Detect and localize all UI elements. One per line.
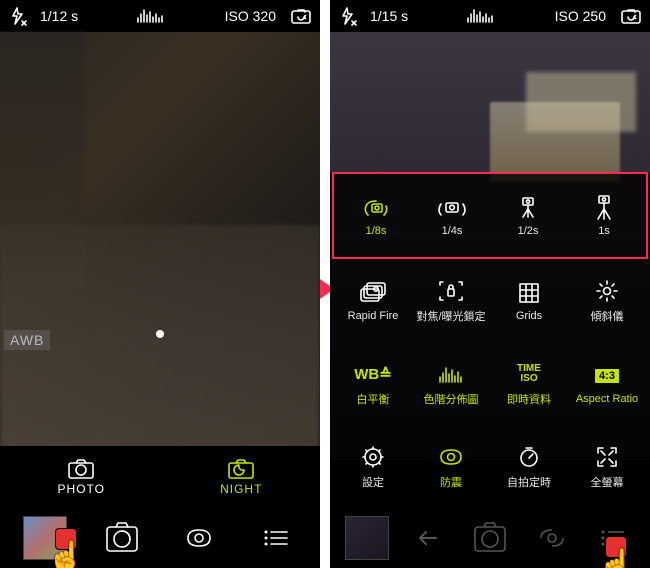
stabilize-button[interactable] xyxy=(160,523,237,553)
burst-icon xyxy=(358,280,388,306)
exposure-1-4s[interactable]: 1/4s xyxy=(417,195,487,237)
item-label: 全螢幕 xyxy=(591,474,624,490)
handheld-icon xyxy=(361,195,391,221)
stabilize-button[interactable] xyxy=(521,523,583,553)
info-row: WB≙ 白平衡 色階分佈圖 TIMEISO 即時資料 4:3 Aspect Ra… xyxy=(330,342,650,425)
item-label: 傾斜儀 xyxy=(591,308,624,324)
tripod-tall-icon xyxy=(592,195,616,221)
gallery-thumb[interactable] xyxy=(336,516,398,560)
exposure-label: 1/8s xyxy=(366,225,387,237)
shutter-speed[interactable]: 1/12 s xyxy=(40,8,78,24)
mode-photo[interactable]: PHOTO xyxy=(58,458,105,496)
settings-overlay: 1/8s 1/4s 1/2s 1s Rapid Fire xyxy=(330,172,650,508)
gallery-thumbnail-image xyxy=(345,516,389,560)
bottom-toolbar: ☝ xyxy=(0,508,320,568)
compass-icon xyxy=(595,278,619,304)
grid-icon xyxy=(518,280,540,306)
histogram-icon[interactable] xyxy=(136,8,166,24)
exposure-1-2s[interactable]: 1/2s xyxy=(493,195,563,237)
shutter-speed[interactable]: 1/15 s xyxy=(370,8,408,24)
iso-value[interactable]: ISO 250 xyxy=(555,8,606,24)
exposure-row: 1/8s 1/4s 1/2s 1s xyxy=(332,172,648,259)
stabilize-icon xyxy=(438,444,464,470)
gallery-thumb[interactable]: ☝ xyxy=(6,516,83,560)
two-hands-icon xyxy=(436,195,468,221)
scene-building xyxy=(490,102,620,182)
mode-label: PHOTO xyxy=(58,482,105,496)
time-iso-icon: TIMEISO xyxy=(517,361,541,387)
viewfinder[interactable]: AWB xyxy=(0,32,320,460)
comparison-stage: 1/12 s ISO 320 AWB PHOTO xyxy=(0,0,650,568)
item-label: Grids xyxy=(516,310,542,322)
level-gauge[interactable]: 傾斜儀 xyxy=(572,278,642,324)
exposure-label: 1/2s xyxy=(518,225,539,237)
camera-icon xyxy=(66,458,96,480)
screenshot-right: 1/15 s ISO 250 1/8s xyxy=(330,0,650,568)
lock-target-icon xyxy=(438,278,464,304)
histogram-icon[interactable] xyxy=(466,8,496,24)
exposure-1-8s[interactable]: 1/8s xyxy=(341,195,411,237)
top-bar: 1/12 s ISO 320 xyxy=(0,0,320,32)
fullscreen[interactable]: 全螢幕 xyxy=(572,444,642,490)
ratio-chip-icon: 4:3 xyxy=(595,363,619,389)
exposure-label: 1s xyxy=(598,225,610,237)
iso-value[interactable]: ISO 320 xyxy=(225,8,276,24)
shutter-button[interactable] xyxy=(459,518,521,558)
shutter-button[interactable] xyxy=(83,518,160,558)
switch-camera-icon[interactable] xyxy=(620,7,642,25)
system-row: 設定 防震 自拍定時 全螢幕 xyxy=(330,425,650,508)
flash-off-icon[interactable] xyxy=(8,7,26,25)
gallery-thumbnail-image xyxy=(23,516,67,560)
focus-exposure-lock[interactable]: 對焦/曝光鎖定 xyxy=(416,278,486,324)
menu-button[interactable] xyxy=(237,528,314,548)
item-label: 色階分佈圖 xyxy=(424,391,479,407)
aspect-ratio[interactable]: 4:3 Aspect Ratio xyxy=(572,363,642,405)
mode-label: NIGHT xyxy=(220,482,262,496)
item-label: Rapid Fire xyxy=(348,310,399,322)
item-label: 對焦/曝光鎖定 xyxy=(416,308,485,324)
self-timer[interactable]: 自拍定時 xyxy=(494,444,564,490)
item-label: 即時資料 xyxy=(507,391,551,407)
mode-night[interactable]: NIGHT xyxy=(220,458,262,496)
awb-badge[interactable]: AWB xyxy=(4,330,50,350)
item-label: 白平衡 xyxy=(357,391,390,407)
exposure-label: 1/4s xyxy=(442,225,463,237)
white-balance[interactable]: WB≙ 白平衡 xyxy=(338,361,408,407)
histogram-item[interactable]: 色階分佈圖 xyxy=(416,361,486,407)
night-camera-icon xyxy=(226,458,256,480)
flash-off-icon[interactable] xyxy=(338,7,356,25)
bottom-toolbar: ☝ xyxy=(330,508,650,568)
mode-row: PHOTO NIGHT xyxy=(0,446,320,508)
item-label: 設定 xyxy=(362,474,384,490)
grids[interactable]: Grids xyxy=(494,280,564,322)
switch-camera-icon[interactable] xyxy=(290,7,312,25)
exposure-1s[interactable]: 1s xyxy=(569,195,639,237)
item-label: 防震 xyxy=(440,474,462,490)
item-label: Aspect Ratio xyxy=(576,393,638,405)
top-bar: 1/15 s ISO 250 xyxy=(330,0,650,32)
screenshot-left: 1/12 s ISO 320 AWB PHOTO xyxy=(0,0,320,568)
rapid-fire[interactable]: Rapid Fire xyxy=(338,280,408,322)
timer-icon xyxy=(517,444,541,470)
realtime-info[interactable]: TIMEISO 即時資料 xyxy=(494,361,564,407)
expand-icon xyxy=(595,444,619,470)
wb-icon: WB≙ xyxy=(354,361,392,387)
histogram-bars-icon xyxy=(437,361,465,387)
menu-button[interactable]: ☝ xyxy=(582,528,644,548)
item-label: 自拍定時 xyxy=(507,474,551,490)
gear-icon xyxy=(361,444,385,470)
capture-row: Rapid Fire 對焦/曝光鎖定 Grids 傾斜儀 xyxy=(330,259,650,342)
settings[interactable]: 設定 xyxy=(338,444,408,490)
back-button[interactable] xyxy=(398,528,460,548)
anti-shake[interactable]: 防震 xyxy=(416,444,486,490)
focus-indicator-dot xyxy=(156,330,164,338)
tripod-short-icon xyxy=(516,195,540,221)
